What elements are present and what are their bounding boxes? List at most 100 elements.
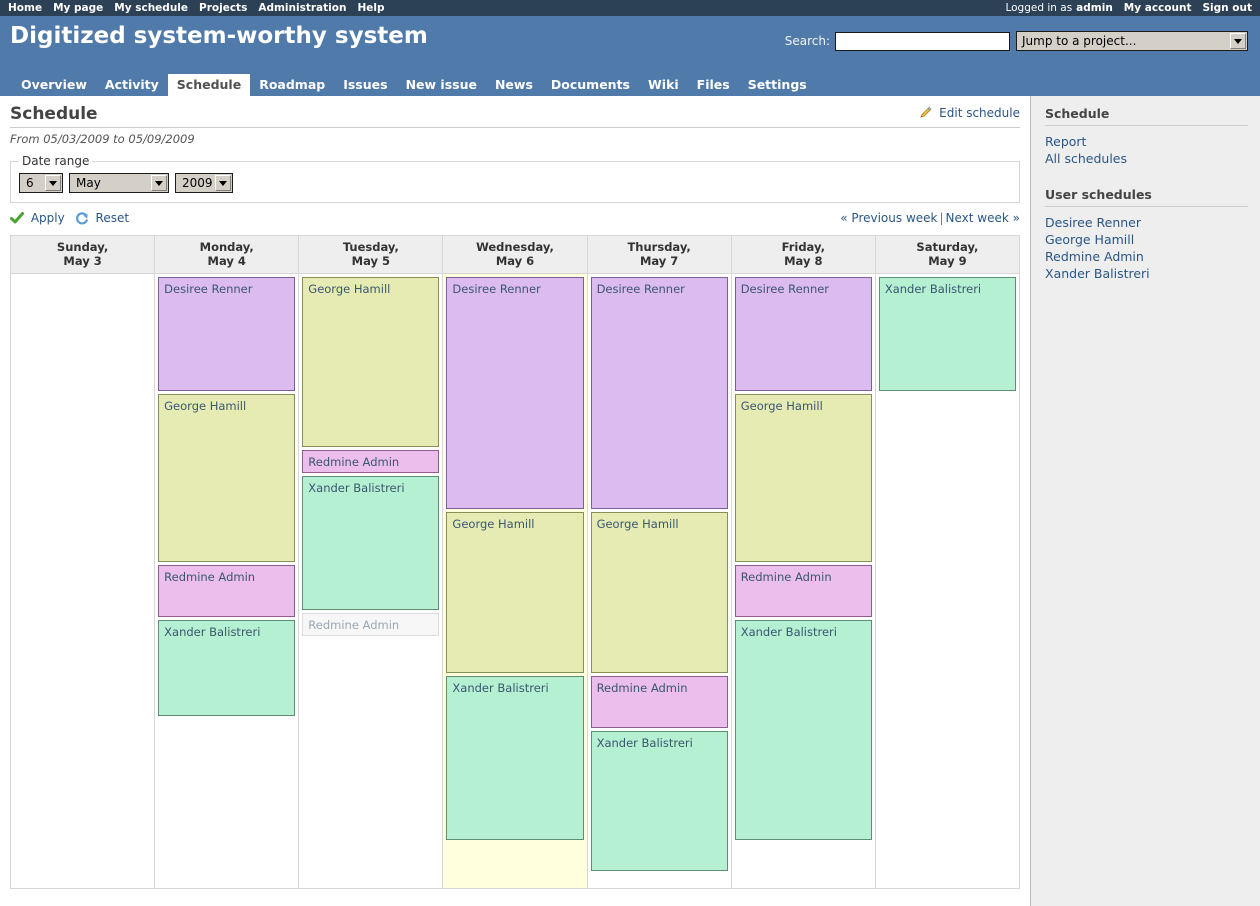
schedule-block[interactable]: Redmine Admin [158, 565, 296, 617]
schedule-block[interactable]: Xander Balistreri [302, 476, 440, 610]
my-account-link[interactable]: My account [1124, 2, 1192, 14]
month-select[interactable]: May [69, 173, 169, 193]
list-item: Desiree Renner [1045, 215, 1248, 231]
list-item: Report [1045, 134, 1248, 150]
top-menu-link-projects[interactable]: Projects [199, 2, 247, 14]
calendar-day-header: Saturday, May 9 [874, 235, 1021, 274]
week-pagination: « Previous week | Next week » [840, 211, 1020, 225]
top-menu-bar: Home My page My schedule Projects Administra… [0, 0, 1260, 16]
schedule-block[interactable]: George Hamill [446, 512, 584, 673]
calendar-day-cell[interactable]: George Hamill Redmine Admin Xander Balistr… [298, 273, 444, 889]
date-range-fieldset: Date range 6 May 2009 [10, 154, 1020, 203]
calendar-day-weekday: Saturday, [916, 240, 979, 254]
calendar-day-cell[interactable]: Desiree Renner George Hamill Redmine Admin… [730, 273, 876, 889]
schedule-block-label: Desiree Renner [740, 282, 830, 296]
reset-button[interactable]: Reset [75, 211, 129, 225]
tab-settings[interactable]: Settings [739, 74, 816, 96]
top-menu-link-administration[interactable]: Administration [258, 2, 346, 14]
schedule-block[interactable]: Desiree Renner [158, 277, 296, 391]
schedule-block-label: George Hamill [164, 399, 247, 413]
tab-files[interactable]: Files [688, 74, 739, 96]
top-menu-link-help[interactable]: Help [357, 2, 384, 14]
sidebar-user-george-hamill[interactable]: George Hamill [1045, 232, 1134, 247]
logged-in-username: admin [1076, 2, 1113, 14]
schedule-block[interactable]: Xander Balistreri [446, 676, 584, 840]
year-select[interactable]: 2009 [175, 173, 233, 193]
calendar-day-weekday: Thursday, [627, 240, 691, 254]
tab-wiki[interactable]: Wiki [639, 74, 688, 96]
schedule-block[interactable]: Redmine Admin [302, 450, 440, 473]
schedule-block[interactable]: Redmine Admin [590, 676, 728, 728]
schedule-block[interactable]: Desiree Renner [446, 277, 584, 509]
calendar-day-weekday: Friday, [781, 240, 825, 254]
schedule-block[interactable]: George Hamill [158, 394, 296, 562]
calendar-day-cell[interactable]: Desiree Renner George Hamill Redmine Admin… [154, 273, 300, 889]
sidebar-schedule-links: Report All schedules [1045, 134, 1248, 167]
previous-week-link[interactable]: « Previous week [840, 211, 937, 225]
tab-roadmap[interactable]: Roadmap [250, 74, 334, 96]
schedule-block[interactable]: George Hamill [734, 394, 872, 562]
project-jump-select[interactable]: Jump to a project... [1016, 31, 1248, 51]
calendar-day-cell[interactable]: Desiree Renner George Hamill Redmine Admin… [586, 273, 732, 889]
list-item: George Hamill [1045, 232, 1248, 248]
schedule-block-label: Xander Balistreri [308, 481, 405, 495]
tab-new-issue[interactable]: New issue [397, 74, 486, 96]
tab-overview[interactable]: Overview [12, 74, 96, 96]
tab-activity[interactable]: Activity [96, 74, 168, 96]
schedule-block[interactable]: George Hamill [590, 512, 728, 673]
schedule-block-label: Redmine Admin [308, 618, 400, 632]
sidebar-user-redmine-admin[interactable]: Redmine Admin [1045, 249, 1144, 264]
tab-issues[interactable]: Issues [334, 74, 396, 96]
calendar-day-cell[interactable]: Desiree Renner George Hamill Xander Balist… [442, 273, 588, 889]
sidebar-user-desiree-renner[interactable]: Desiree Renner [1045, 215, 1141, 230]
calendar-day-cell[interactable]: Xander Balistreri [874, 273, 1021, 889]
search-input[interactable] [835, 31, 1010, 51]
sign-out-link[interactable]: Sign out [1202, 2, 1252, 14]
sidebar-user-schedules-heading: User schedules [1045, 187, 1248, 207]
schedule-block[interactable]: Xander Balistreri [734, 620, 872, 840]
tab-schedule[interactable]: Schedule [167, 74, 251, 96]
calendar-day-header: Friday, May 8 [730, 235, 876, 274]
schedule-block-label: George Hamill [452, 517, 535, 531]
schedule-block-label: Xander Balistreri [164, 625, 261, 639]
apply-label: Apply [30, 211, 65, 225]
top-menu-link-my-page[interactable]: My page [53, 2, 103, 14]
chevron-down-icon [45, 175, 61, 191]
filter-actions: Apply Reset « Previous week | Next week » [10, 209, 1020, 227]
top-menu-link-my-schedule[interactable]: My schedule [114, 2, 188, 14]
year-select-value: 2009 [182, 176, 213, 190]
calendar-day-date: May 9 [928, 254, 967, 268]
sidebar-link-all-schedules[interactable]: All schedules [1045, 151, 1127, 166]
calendar-day-weekday: Wednesday, [476, 240, 554, 254]
calendar-day-cell[interactable] [9, 273, 156, 889]
day-select[interactable]: 6 [19, 173, 63, 193]
schedule-block[interactable]: Redmine Admin [734, 565, 872, 617]
schedule-block[interactable]: Desiree Renner [590, 277, 728, 509]
tab-documents[interactable]: Documents [542, 74, 639, 96]
calendar-header-row: Sunday, May 3 Monday, May 4 Tuesday, May 5 Wed… [9, 235, 1021, 274]
calendar-day-date: May 5 [351, 254, 391, 268]
next-week-link[interactable]: Next week » [946, 211, 1020, 225]
page-title: Schedule [10, 104, 1020, 128]
tab-news[interactable]: News [486, 74, 542, 96]
apply-button[interactable]: Apply [10, 211, 65, 225]
schedule-block-label: Xander Balistreri [596, 736, 693, 750]
schedule-block[interactable]: Xander Balistreri [878, 277, 1016, 391]
date-range-subtitle: From 05/03/2009 to 05/09/2009 [10, 132, 195, 146]
schedule-block[interactable]: Redmine Admin [302, 613, 440, 636]
schedule-block[interactable]: Xander Balistreri [590, 731, 728, 871]
schedule-block-label: Redmine Admin [164, 570, 256, 584]
sidebar-user-xander-balistreri[interactable]: Xander Balistreri [1045, 266, 1150, 281]
top-menu-link-home[interactable]: Home [8, 2, 42, 14]
chevron-down-icon [1230, 33, 1246, 49]
list-item: Redmine Admin [1045, 249, 1248, 265]
edit-schedule-link[interactable]: Edit schedule [919, 106, 1020, 120]
sidebar-link-report[interactable]: Report [1045, 134, 1086, 149]
schedule-block-label: Desiree Renner [452, 282, 541, 296]
schedule-block[interactable]: George Hamill [302, 277, 440, 447]
schedule-block[interactable]: Desiree Renner [734, 277, 872, 391]
schedule-block[interactable]: Xander Balistreri [158, 620, 296, 716]
schedule-block-label: Xander Balistreri [740, 625, 837, 639]
schedule-block-label: George Hamill [308, 282, 391, 296]
calendar-day-date: May 6 [495, 254, 535, 268]
